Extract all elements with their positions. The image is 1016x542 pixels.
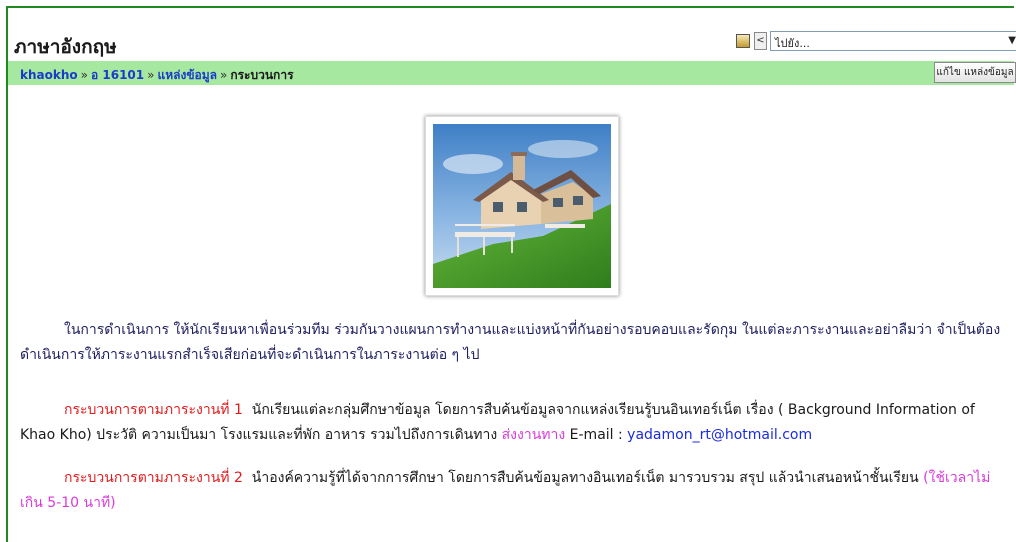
intro-text: ในการดำเนินการ ให้นักเรียนหาเพื่อนร่วมที… — [20, 322, 1001, 363]
house-photo — [425, 116, 619, 296]
course-title: ภาษาอังกฤษ — [14, 36, 117, 58]
breadcrumb: khaokho» อ 16101» แหล่งข้อมูล» กระบวนการ — [20, 66, 294, 85]
breadcrumb-link-site[interactable]: khaokho — [20, 68, 78, 82]
house-image — [433, 124, 611, 288]
breadcrumb-separator: » — [80, 68, 88, 82]
edit-resource-button[interactable]: แก้ไข แหล่งข้อมูล — [934, 62, 1016, 83]
course-header: ภาษาอังกฤษ < ไปยัง... ▼ — [8, 24, 1016, 60]
task1-label: กระบวนการตามภาระงานที่ 1 — [64, 402, 243, 418]
intro-paragraph: ในการดำเนินการ ให้นักเรียนหาเพื่อนร่วมที… — [20, 318, 1008, 368]
breadcrumb-separator: » — [220, 68, 228, 82]
breadcrumb-current: กระบวนการ — [230, 68, 294, 82]
breadcrumb-link-resources[interactable]: แหล่งข้อมูล — [157, 68, 217, 82]
task2-body: นำองค์ความรู้ที่ได้จากการศึกษา โดยการสืบ… — [251, 470, 919, 486]
breadcrumb-link-course[interactable]: อ 16101 — [91, 68, 144, 82]
previous-button[interactable]: < — [754, 32, 767, 50]
breadcrumb-separator: » — [147, 68, 155, 82]
task2-label: กระบวนการตามภาระงานที่ 2 — [64, 470, 243, 486]
resource-icon[interactable] — [736, 34, 750, 48]
dropdown-arrow-icon[interactable]: ▼ — [1008, 35, 1016, 46]
task2-paragraph: กระบวนการตามภาระงานที่ 2 นำองค์ความรู้ที… — [20, 466, 1008, 516]
jump-to-select-value: ไปยัง... — [775, 37, 810, 50]
task1-paragraph: กระบวนการตามภาระงานที่ 1 นักเรียนแต่ละกล… — [20, 398, 1008, 448]
jump-to-select[interactable]: ไปยัง... ▼ — [770, 31, 1016, 51]
jump-navigation: < ไปยัง... ▼ — [736, 30, 1016, 52]
task1-send-label: ส่งงานทาง — [501, 427, 566, 443]
task1-email-link[interactable]: yadamon_rt@hotmail.com — [627, 427, 812, 443]
navbar: khaokho» อ 16101» แหล่งข้อมูล» กระบวนการ แก… — [8, 61, 1016, 85]
task1-email-prefix: E-mail : — [569, 427, 623, 443]
